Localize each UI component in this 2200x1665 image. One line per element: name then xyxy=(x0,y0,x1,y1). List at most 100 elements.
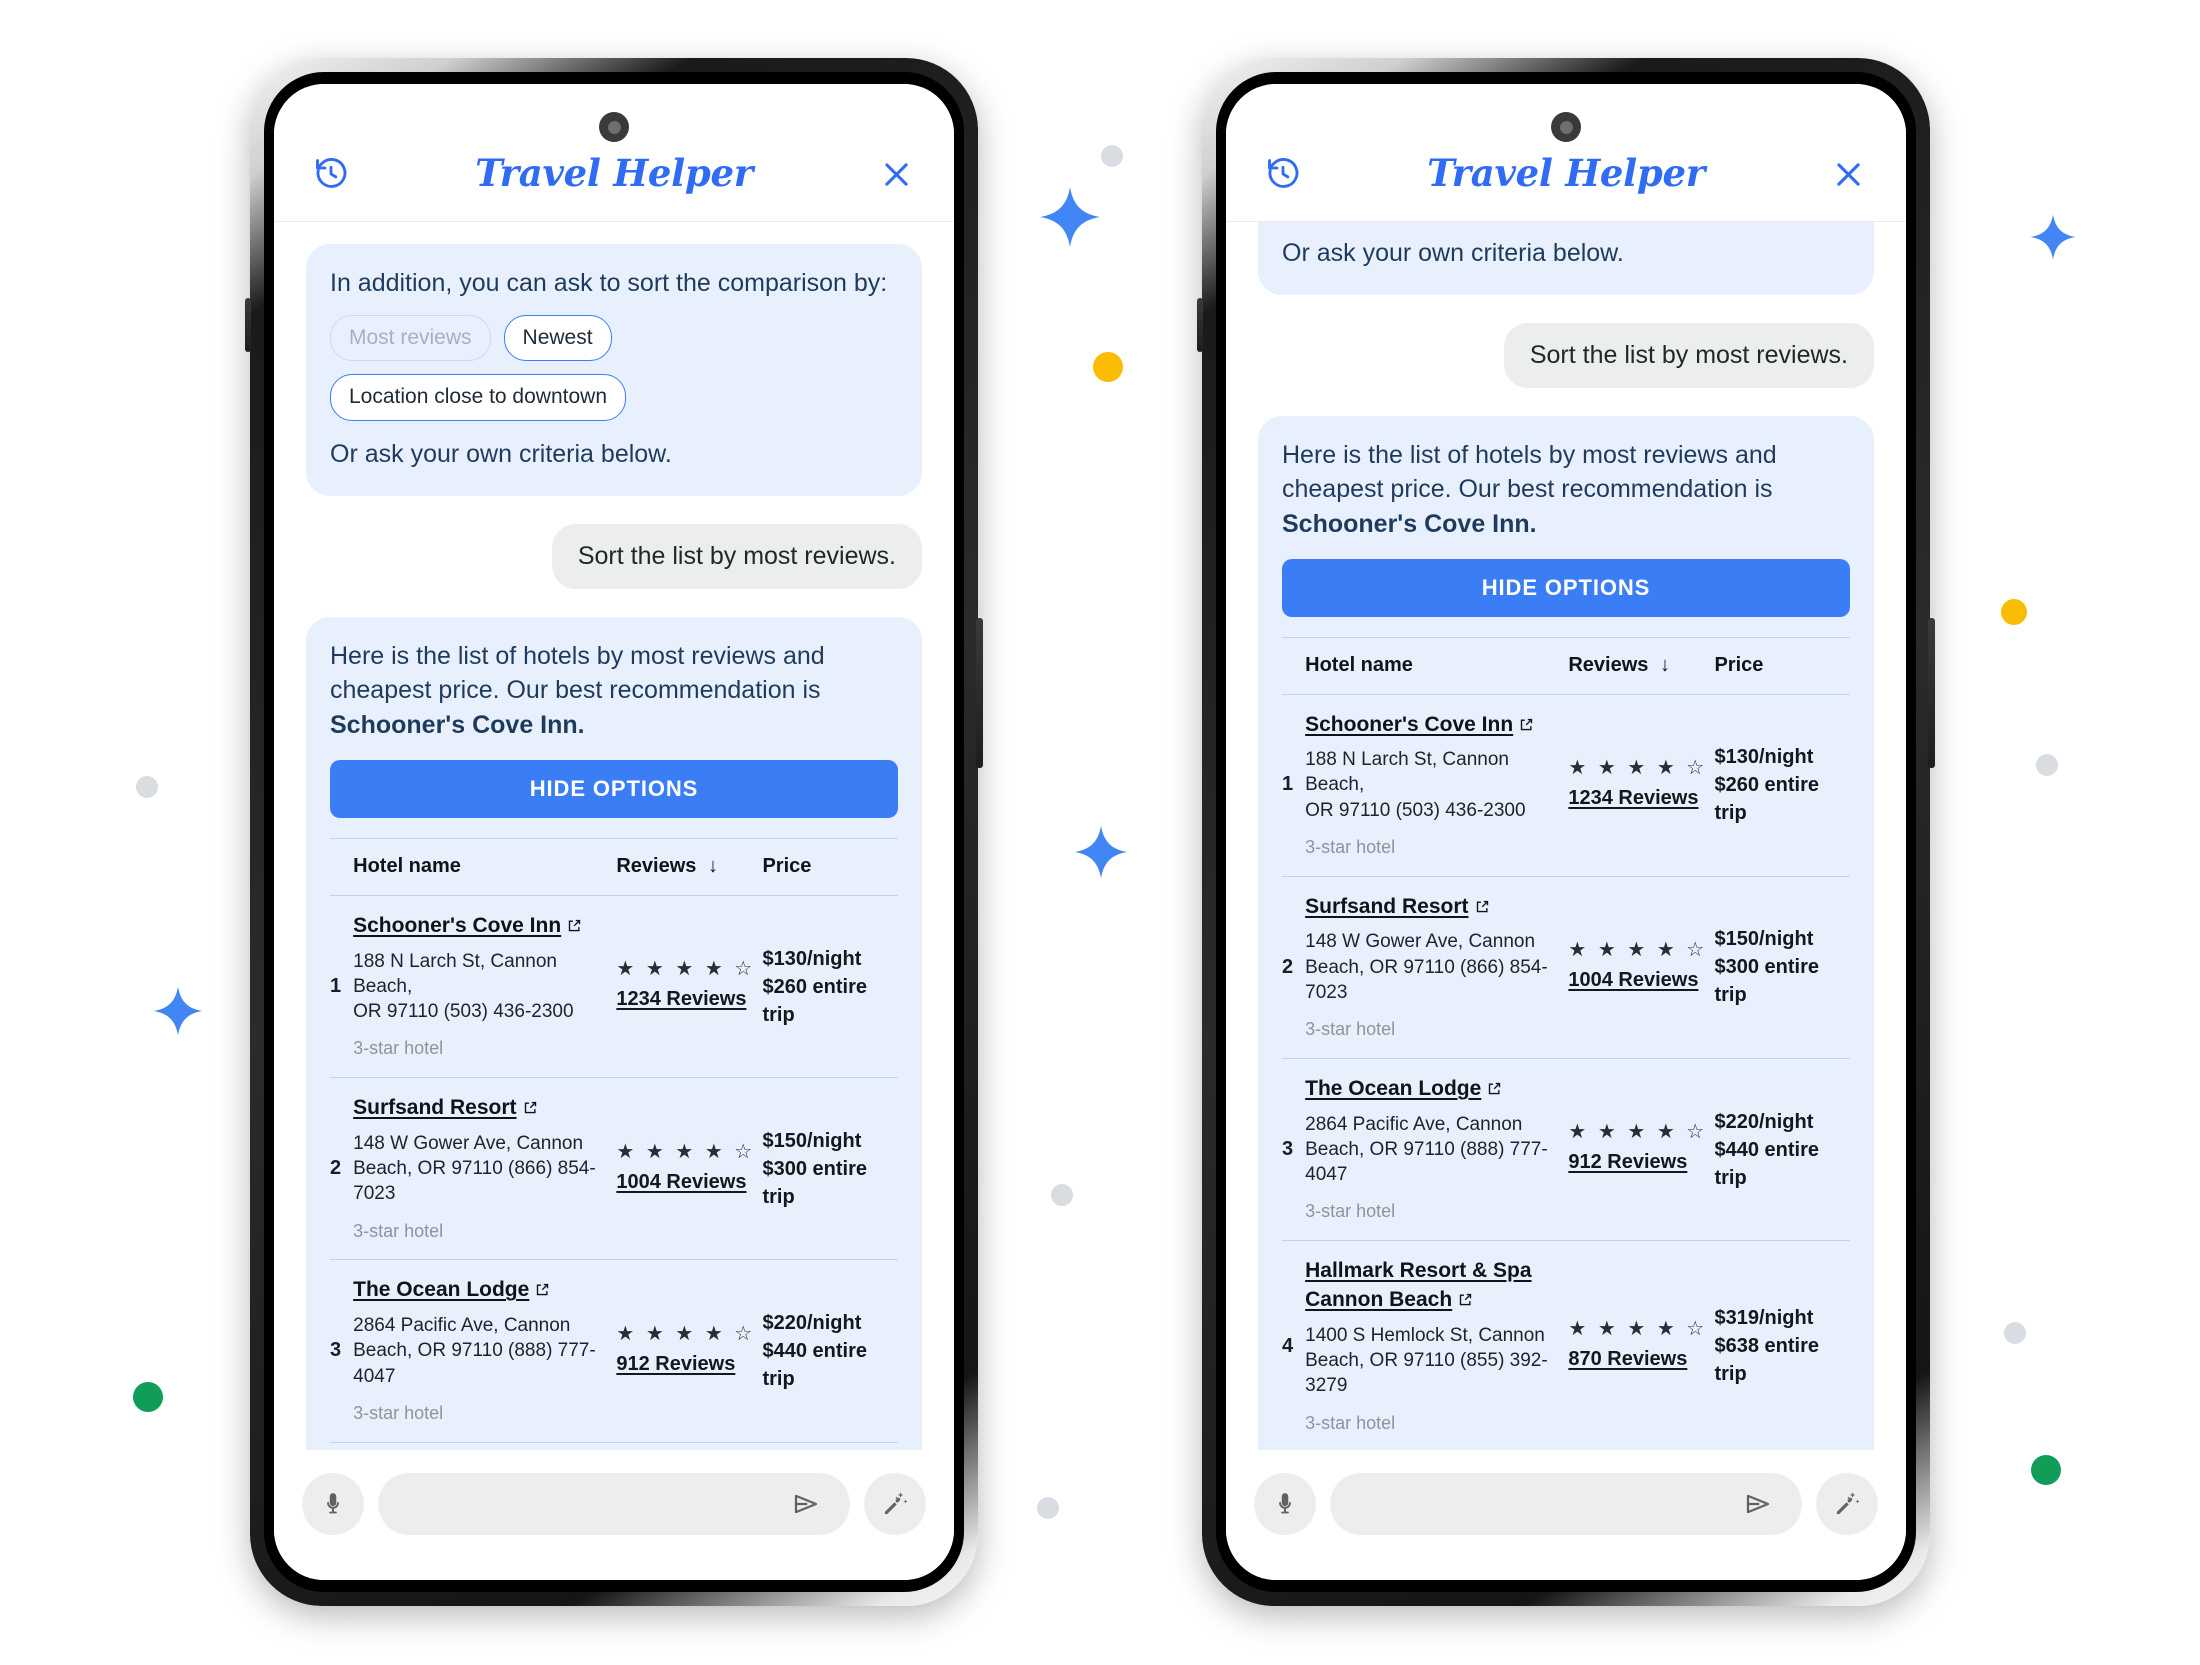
close-icon[interactable] xyxy=(1828,153,1870,195)
history-icon[interactable] xyxy=(1262,153,1304,195)
row-price-cell: $220/night $440 entire trip xyxy=(762,1259,898,1443)
sort-arrow-icon: ↓ xyxy=(707,855,718,878)
row-hotel-cell: Hallmark Resort & SpaCannon Beach 1400 S… xyxy=(353,1442,616,1450)
col-hotel-name-header[interactable]: Hotel name xyxy=(353,838,617,897)
partial-bubble-text: Or ask your own criteria below. xyxy=(1282,239,1624,267)
col-reviews-header[interactable]: Reviews ↓ xyxy=(1568,637,1715,695)
decor-sparkle-blue xyxy=(1038,185,1102,249)
external-link-icon[interactable] xyxy=(535,1278,550,1306)
close-icon[interactable] xyxy=(876,153,918,195)
row-reviews-cell: ★ ★ ★ ★ ☆ 1234 Reviews xyxy=(616,895,763,1079)
reviews-count-link[interactable]: 1234 Reviews xyxy=(616,986,746,1014)
send-icon[interactable] xyxy=(784,1482,828,1526)
conversation-scroll-right[interactable]: Or ask your own criteria below. Sort the… xyxy=(1226,222,1906,1450)
price-per-night: $150/night xyxy=(762,1129,862,1152)
user-message: Sort the list by most reviews. xyxy=(1503,322,1874,388)
table-row[interactable]: 1 Schooner's Cove Inn 188 N Larch St, Ca… xyxy=(1282,694,1850,877)
row-reviews-cell: ★ ★ ★ ★ ☆ 912 Reviews xyxy=(616,1259,763,1443)
price-per-night: $220/night xyxy=(762,1312,862,1335)
answer-text: Here is the list of hotels by most revie… xyxy=(330,639,898,743)
col-hotel-name-header[interactable]: Hotel name xyxy=(1305,637,1569,695)
phone-side-button xyxy=(245,298,251,352)
external-link-icon[interactable] xyxy=(523,1096,538,1124)
hotel-name-link[interactable]: Schooner's Cove Inn xyxy=(353,914,561,937)
sort-arrow-icon: ↓ xyxy=(1659,654,1670,676)
bot-message-sort-options: In addition, you can ask to sort the com… xyxy=(306,244,922,496)
table-row[interactable]: 3 The Ocean Lodge 2864 Pacific Ave, Cann… xyxy=(1282,1058,1850,1242)
price-entire-trip: $300 entire trip xyxy=(1714,956,1819,1007)
microphone-icon[interactable] xyxy=(1254,1473,1316,1535)
hide-options-button[interactable]: HIDE OPTIONS xyxy=(1282,559,1850,617)
reviews-count-link[interactable]: 1234 Reviews xyxy=(1568,785,1698,813)
table-row[interactable]: 4 Hallmark Resort & SpaCannon Beach 1400… xyxy=(1282,1241,1850,1450)
phone-side-button xyxy=(976,618,983,768)
reviews-count-link[interactable]: 912 Reviews xyxy=(1568,1149,1687,1177)
hotel-name-link[interactable]: Hallmark Resort & Spa Cannon Beach xyxy=(1305,1259,1531,1311)
message-input[interactable] xyxy=(1330,1473,1802,1535)
decor-dot-grey xyxy=(1037,1497,1059,1519)
phone-bezel-right: Travel Helper Or ask your own criteria b… xyxy=(1216,72,1916,1592)
bot-message-hotel-results: Here is the list of hotels by most revie… xyxy=(306,616,922,1450)
chip-newest[interactable]: Newest xyxy=(503,314,612,362)
hotel-class: 3-star hotel xyxy=(353,1220,444,1241)
table-row[interactable]: 1 Schooner's Cove Inn 188 N Larch St, Ca… xyxy=(330,895,898,1079)
reviews-count-link[interactable]: 870 Reviews xyxy=(1568,1346,1687,1374)
chip-location-close-to-downtown[interactable]: Location close to downtown xyxy=(330,374,626,422)
decor-dot-grey xyxy=(1051,1184,1073,1206)
table-row[interactable]: 2 Surfsand Resort 148 W Gower Ave, Canno… xyxy=(1282,876,1850,1060)
magic-wand-icon[interactable] xyxy=(1816,1473,1878,1535)
external-link-icon[interactable] xyxy=(1487,1077,1502,1105)
decor-dot-grey xyxy=(2004,1322,2026,1344)
external-link-icon[interactable] xyxy=(1519,713,1534,741)
conversation-scroll-left[interactable]: In addition, you can ask to sort the com… xyxy=(274,222,954,1450)
row-hotel-cell: The Ocean Lodge 2864 Pacific Ave, Cannon… xyxy=(353,1259,617,1443)
hotel-address: 1400 S Hemlock St, Cannon Beach, OR 9711… xyxy=(1305,1323,1562,1399)
hotel-name-link[interactable]: The Ocean Lodge xyxy=(353,1278,529,1301)
history-icon[interactable] xyxy=(310,153,352,195)
hotel-name-link[interactable]: Surfsand Resort xyxy=(353,1096,516,1119)
external-link-icon[interactable] xyxy=(1458,1288,1473,1316)
table-row[interactable]: 4 Hallmark Resort & SpaCannon Beach 1400… xyxy=(330,1442,898,1450)
row-hotel-cell: Hallmark Resort & SpaCannon Beach 1400 S… xyxy=(1305,1241,1568,1450)
hotel-address-line1: 148 W Gower Ave, Cannon xyxy=(353,1132,584,1154)
table-row[interactable]: 2 Surfsand Resort 148 W Gower Ave, Canno… xyxy=(330,1077,898,1261)
hotel-name-link[interactable]: Schooner's Cove Inn xyxy=(1305,713,1513,736)
external-link-icon[interactable] xyxy=(567,914,582,942)
answer-prefix: Here is the list of hotels by most revie… xyxy=(330,641,825,705)
table-row[interactable]: 3 The Ocean Lodge 2864 Pacific Ave, Cann… xyxy=(330,1259,898,1443)
hotel-name-link[interactable]: Surfsand Resort xyxy=(1305,895,1468,918)
price-entire-trip: $440 entire trip xyxy=(1714,1138,1819,1189)
reviews-count-link[interactable]: 1004 Reviews xyxy=(1568,967,1698,995)
external-link-icon[interactable] xyxy=(1475,895,1490,923)
price-entire-trip: $440 entire trip xyxy=(762,1340,867,1391)
price-entire-trip: $300 entire trip xyxy=(762,1157,867,1208)
row-price-cell: $150/night $300 entire trip xyxy=(762,1077,898,1261)
star-rating: ★ ★ ★ ★ ☆ xyxy=(616,1322,756,1345)
row-price-cell: $130/night $260 entire trip xyxy=(762,895,898,1079)
row-rank: 3 xyxy=(1282,1058,1306,1242)
row-reviews-cell: ★ ★ ★ ★ ☆ 870 Reviews xyxy=(616,1442,762,1450)
col-price-header[interactable]: Price xyxy=(1714,637,1850,695)
col-reviews-header[interactable]: Reviews ↓ xyxy=(616,838,763,897)
chip-most-reviews[interactable]: Most reviews xyxy=(330,314,491,362)
send-icon[interactable] xyxy=(1736,1482,1780,1526)
decor-dot-green xyxy=(2031,1455,2061,1485)
col-rank-header xyxy=(1282,637,1306,695)
message-input[interactable] xyxy=(378,1473,850,1535)
message-composer xyxy=(274,1450,954,1580)
hotel-class: 3-star hotel xyxy=(1305,1019,1396,1040)
reviews-count-link[interactable]: 912 Reviews xyxy=(616,1351,735,1379)
table-header-row: Hotel name Reviews ↓ Price xyxy=(330,838,898,897)
hide-options-button[interactable]: HIDE OPTIONS xyxy=(330,760,898,819)
row-hotel-cell: The Ocean Lodge 2864 Pacific Ave, Cannon… xyxy=(1305,1058,1569,1242)
microphone-icon[interactable] xyxy=(302,1473,364,1535)
reviews-count-link[interactable]: 1004 Reviews xyxy=(616,1169,746,1197)
hotel-address: 2864 Pacific Ave, Cannon Beach, OR 97110… xyxy=(353,1313,610,1389)
hotel-name-link[interactable]: The Ocean Lodge xyxy=(1305,1077,1481,1100)
hotel-address-line2: OR 97110 (503) 436-2300 xyxy=(353,1001,574,1023)
answer-highlight: Schooner's Cove Inn. xyxy=(330,710,585,739)
col-price-header[interactable]: Price xyxy=(762,838,898,897)
magic-wand-icon[interactable] xyxy=(864,1473,926,1535)
user-message: Sort the list by most reviews. xyxy=(551,523,922,589)
phone-side-button xyxy=(1928,618,1935,768)
